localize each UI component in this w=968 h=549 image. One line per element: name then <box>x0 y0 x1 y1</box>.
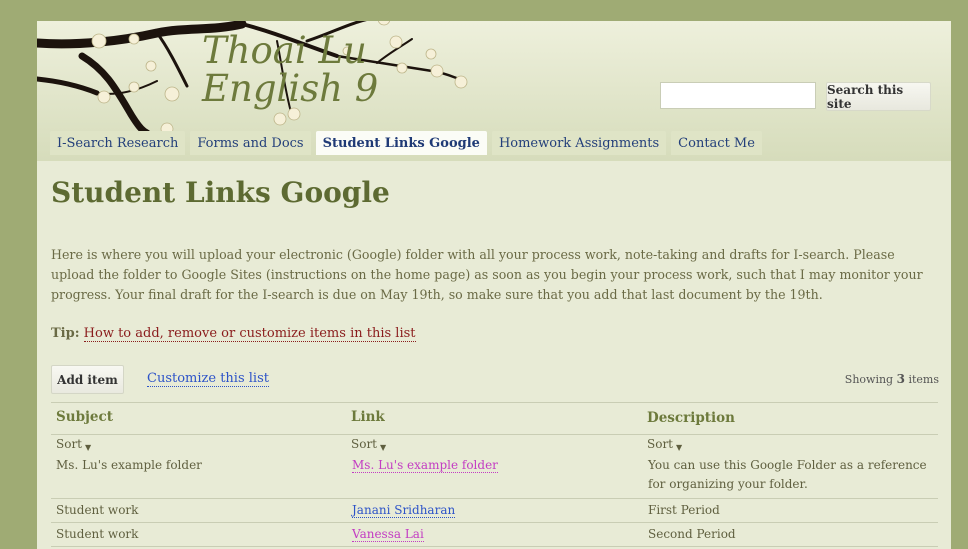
column-header-link: Link <box>351 409 385 425</box>
site-title-line-1: Thoai Lu <box>202 29 367 72</box>
row-link[interactable]: Ms. Lu's example folder <box>352 458 498 473</box>
items-list: Subject Link Description Sort ▼ Sort ▼ Sor… <box>51 402 938 547</box>
sort-caret-icon: ▼ <box>380 443 387 452</box>
list-row: Student work Vanessa Lai Second Period <box>51 523 938 547</box>
main-nav: I-Search Research Forms and Docs Student… <box>50 131 762 155</box>
item-count: Showing 3 items <box>845 372 939 386</box>
row-description: You can use this Google Folder as a refe… <box>648 458 927 491</box>
add-item-button[interactable]: Add item <box>51 365 124 394</box>
list-row: Student work Janani Sridharan First Peri… <box>51 499 938 523</box>
tab-i-search-research[interactable]: I-Search Research <box>50 131 186 155</box>
tab-student-links-google[interactable]: Student Links Google <box>315 131 487 155</box>
page-intro-text: Here is where you will upload your elect… <box>51 247 923 302</box>
sort-caret-icon: ▼ <box>85 443 92 452</box>
list-header-row: Subject Link Description <box>51 403 938 435</box>
row-subject: Student work <box>56 527 139 541</box>
row-link-cell: Janani Sridharan <box>352 503 637 518</box>
sort-label: Sort <box>56 437 83 451</box>
column-header-description: Description <box>647 410 735 426</box>
customize-list-link[interactable]: Customize this list <box>147 371 269 387</box>
row-link[interactable]: Janani Sridharan <box>352 503 456 518</box>
row-description: Second Period <box>648 527 736 541</box>
sort-description[interactable]: Sort ▼ <box>647 437 932 453</box>
tip-line: Tip: How to add, remove or customize ite… <box>51 326 416 342</box>
tip-help-link[interactable]: How to add, remove or customize items in… <box>83 326 416 342</box>
item-count-suffix: items <box>908 373 939 386</box>
sort-link[interactable]: Sort ▼ <box>351 437 636 452</box>
site-header: Thoai Lu English 9 Search this site I-Se… <box>37 21 951 161</box>
search-input[interactable] <box>660 82 816 109</box>
tip-label: Tip: <box>51 326 80 341</box>
page-title: Student Links Google <box>51 176 390 209</box>
search-button[interactable]: Search this site <box>826 82 931 111</box>
row-link-cell: Ms. Lu's example folder <box>352 458 637 473</box>
row-description: First Period <box>648 503 720 517</box>
sort-subject[interactable]: Sort ▼ <box>56 437 341 452</box>
list-row: Sort ▼ Sort ▼ Sort ▼ Ms. Lu's example folde… <box>51 435 938 499</box>
sort-caret-icon: ▼ <box>676 443 683 452</box>
row-subject: Student work <box>56 503 139 517</box>
row-link-cell: Vanessa Lai <box>352 527 637 542</box>
tab-forms-and-docs[interactable]: Forms and Docs <box>190 131 311 155</box>
site-title[interactable]: Thoai Lu English 9 <box>202 32 378 108</box>
tab-contact-me[interactable]: Contact Me <box>671 131 762 155</box>
tab-homework-assignments[interactable]: Homework Assignments <box>491 131 667 155</box>
sort-label: Sort <box>351 437 378 451</box>
column-header-subject: Subject <box>56 409 113 425</box>
row-link[interactable]: Vanessa Lai <box>352 527 424 542</box>
page-container: Thoai Lu English 9 Search this site I-Se… <box>37 21 951 549</box>
row-subject: Ms. Lu's example folder <box>56 458 202 472</box>
sort-label: Sort <box>647 437 674 451</box>
item-count-number: 3 <box>896 372 905 386</box>
item-count-prefix: Showing <box>844 373 894 386</box>
site-title-line-2: English 9 <box>202 67 379 110</box>
